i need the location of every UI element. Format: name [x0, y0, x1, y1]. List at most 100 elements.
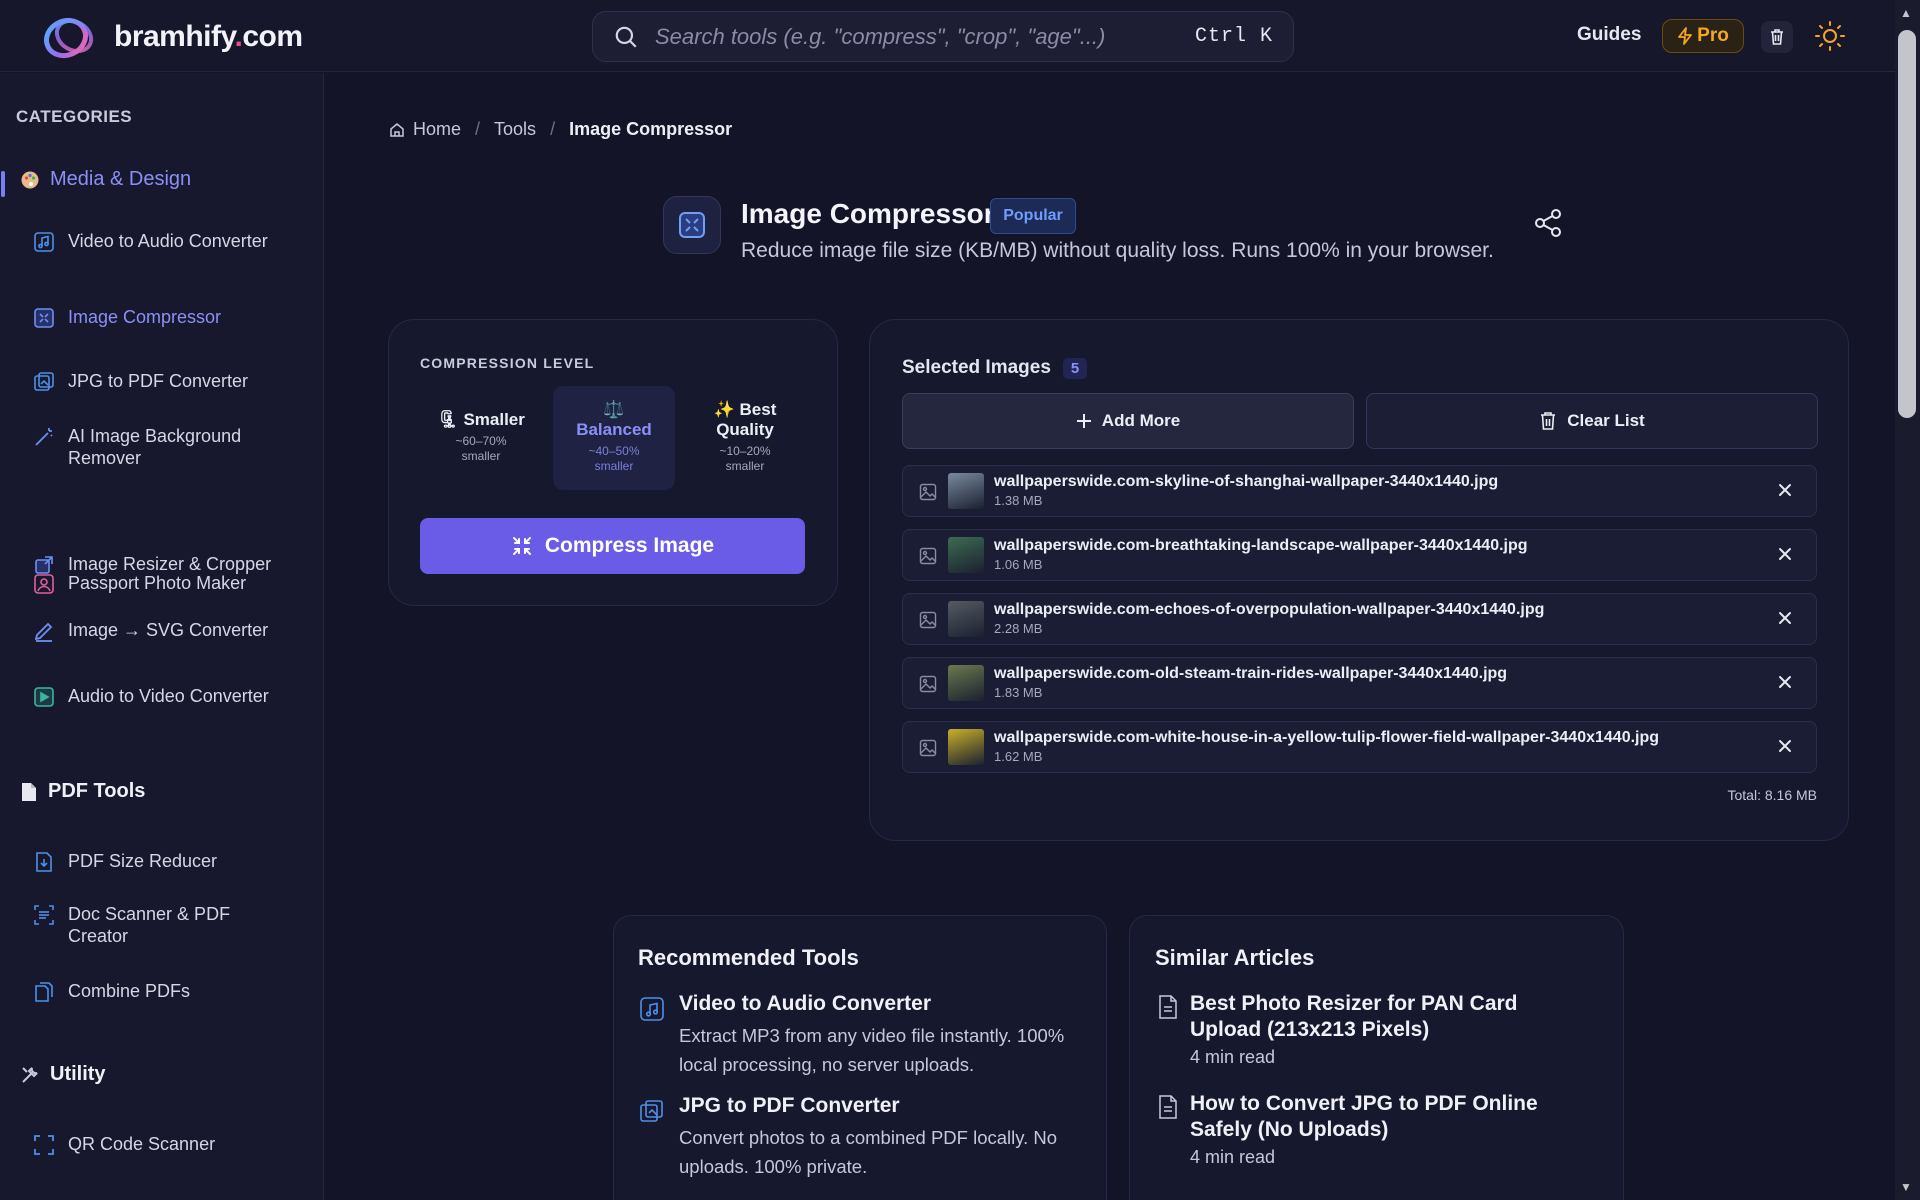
tool-icon	[663, 196, 721, 254]
selected-image-row: wallpaperswide.com-white-house-in-a-yell…	[902, 721, 1817, 773]
option-subtitle: ~60–70% smaller	[455, 434, 507, 463]
sidebar-title: CATEGORIES	[16, 107, 133, 126]
selected-images-title: Selected Images	[902, 357, 1051, 378]
article-read-time: 4 min read	[1190, 1047, 1276, 1067]
sidebar-item-label: QR Code Scanner	[68, 1134, 216, 1154]
search-shortcut-hint: Ctrl K	[1194, 25, 1273, 48]
sidebar-group-media-design[interactable]: Media & Design	[20, 168, 191, 191]
image-file-icon	[919, 483, 937, 501]
theme-toggle-sun-icon[interactable]	[1814, 20, 1846, 52]
image-file-icon	[919, 611, 937, 629]
magic-wand-icon	[35, 428, 53, 446]
sidebar-item-image-compressor[interactable]: Image Compressor	[33, 306, 283, 329]
scroll-up-arrow-icon[interactable]: ▲	[1900, 6, 1912, 20]
file-size: 1.06 MB	[994, 557, 1043, 572]
add-more-label: Add More	[1101, 411, 1181, 430]
pdf-down-icon	[36, 852, 52, 872]
images-icon	[34, 372, 54, 391]
sidebar-item-doc-scanner[interactable]: Doc Scanner & PDF Creator	[33, 903, 283, 947]
sidebar-item-audio-to-video-entry[interactable]: Audio to Video Converter	[33, 685, 283, 708]
breadcrumb: Home / Tools / Image Compressor	[389, 119, 732, 140]
trash-icon	[1771, 29, 1783, 45]
remove-file-close-icon[interactable]	[1774, 735, 1796, 757]
compress-image-button[interactable]: Compress Image	[420, 518, 805, 574]
file-name: wallpaperswide.com-breathtaking-landscap…	[994, 537, 1528, 554]
active-group-indicator	[1, 171, 5, 197]
breadcrumb-current: Image Compressor	[569, 119, 733, 139]
sidebar-group-utility[interactable]: Utility	[20, 1063, 106, 1086]
scrollbar-thumb[interactable]	[1898, 30, 1916, 418]
clear-history-button[interactable]	[1761, 21, 1793, 53]
portrait-icon	[34, 574, 54, 594]
recommended-tool-title: Video to Audio Converter	[679, 992, 932, 1015]
pro-label: Pro	[1697, 25, 1729, 46]
option-title: ⚖️ Balanced	[576, 400, 652, 439]
sidebar-item-image-resizer-cropper-entry[interactable]: Image Resizer & Cropper	[33, 553, 283, 576]
article-document-icon	[1159, 1095, 1177, 1119]
scan-frame-icon	[34, 1135, 54, 1155]
sidebar-item-combine-pdfs[interactable]: Combine PDFs	[33, 980, 283, 1003]
compression-option-best-quality[interactable]: ✨ Best Quality ~10–20% smaller	[684, 386, 806, 490]
guides-link[interactable]: Guides	[1577, 24, 1641, 46]
compression-option-balanced[interactable]: ⚖️ Balanced ~40–50% smaller	[553, 386, 675, 490]
selected-images-header: Selected Images 5	[902, 357, 1088, 379]
sidebar-item-image-to-svg-entry[interactable]: Image → SVG Converter	[33, 619, 283, 642]
sidebar-item-label: Doc Scanner & PDF Creator	[68, 904, 231, 946]
sidebar-item-label: PDF Size Reducer	[68, 851, 218, 871]
clear-list-button[interactable]: Clear List	[1366, 393, 1818, 449]
sidebar-item-label: JPG to PDF Converter	[68, 371, 249, 391]
image-file-icon	[919, 739, 937, 757]
scroll-down-arrow-icon[interactable]: ▼	[1900, 1180, 1912, 1194]
share-icon[interactable]	[1532, 207, 1564, 239]
remove-file-close-icon[interactable]	[1774, 543, 1796, 565]
breadcrumb-home[interactable]: Home	[389, 119, 461, 140]
remove-file-close-icon[interactable]	[1774, 671, 1796, 693]
article-title: How to Convert JPG to PDF Online Safely …	[1190, 1092, 1538, 1141]
video-icon	[34, 687, 54, 707]
remove-file-close-icon[interactable]	[1774, 479, 1796, 501]
popular-badge: Popular	[990, 198, 1076, 234]
breadcrumb-separator: /	[550, 119, 556, 139]
music-file-icon	[640, 997, 664, 1021]
compression-option-smaller[interactable]: 🗜 Smaller ~60–70% smaller	[420, 386, 542, 490]
file-size: 2.28 MB	[994, 621, 1043, 636]
image-thumbnail	[948, 729, 984, 765]
add-more-button[interactable]: Add More	[902, 393, 1354, 449]
sidebar-item-label: Audio to Video Converter	[68, 686, 269, 706]
file-size: 1.83 MB	[994, 685, 1043, 700]
compress-button-label: Compress Image	[544, 534, 715, 557]
breadcrumb-tools[interactable]: Tools	[494, 119, 536, 140]
search-input[interactable]	[655, 23, 1195, 50]
document-icon	[22, 782, 36, 801]
recommended-tools-title: Recommended Tools	[638, 945, 859, 970]
lightning-icon	[1678, 27, 1693, 45]
images-icon	[640, 1100, 663, 1122]
sidebar-item-label: AI Image Background Remover	[68, 426, 242, 468]
pro-button[interactable]: Pro	[1662, 19, 1744, 53]
file-name: wallpaperswide.com-white-house-in-a-yell…	[994, 729, 1660, 746]
compression-level-label: COMPRESSION LEVEL	[420, 355, 595, 371]
site-logo[interactable]: bramhify.com	[40, 12, 303, 62]
sidebar-item-qr-scanner[interactable]: QR Code Scanner	[33, 1133, 283, 1156]
article-title: Best Photo Resizer for PAN Card Upload (…	[1190, 992, 1518, 1041]
sidebar-item-video-to-audio[interactable]: Video to Audio Converter	[33, 230, 283, 253]
sidebar-group-label: Utility	[50, 1063, 106, 1085]
files-icon	[35, 982, 53, 1002]
file-name: wallpaperswide.com-old-steam-train-rides…	[994, 665, 1508, 682]
palette-icon	[21, 171, 39, 188]
logo-mark-icon	[44, 17, 94, 59]
home-icon	[390, 122, 404, 137]
sidebar-group-label: Media & Design	[50, 168, 192, 190]
sidebar-group-pdf-tools[interactable]: PDF Tools	[20, 780, 145, 803]
sidebar-item-jpg-to-pdf[interactable]: JPG to PDF Converter	[33, 370, 283, 393]
image-file-icon	[919, 547, 937, 565]
sidebar-item-bg-remover[interactable]: AI Image Background Remover	[33, 425, 283, 469]
scanner-icon	[34, 905, 54, 925]
search-bar[interactable]: Ctrl K	[592, 11, 1294, 62]
remove-file-close-icon[interactable]	[1774, 607, 1796, 629]
file-name: wallpaperswide.com-echoes-of-overpopulat…	[994, 601, 1545, 618]
sidebar-item-pdf-size-reducer[interactable]: PDF Size Reducer	[33, 850, 283, 873]
image-thumbnail	[948, 537, 984, 573]
image-thumbnail	[948, 665, 984, 701]
sidebar-item-label: Video to Audio Converter	[68, 231, 268, 251]
